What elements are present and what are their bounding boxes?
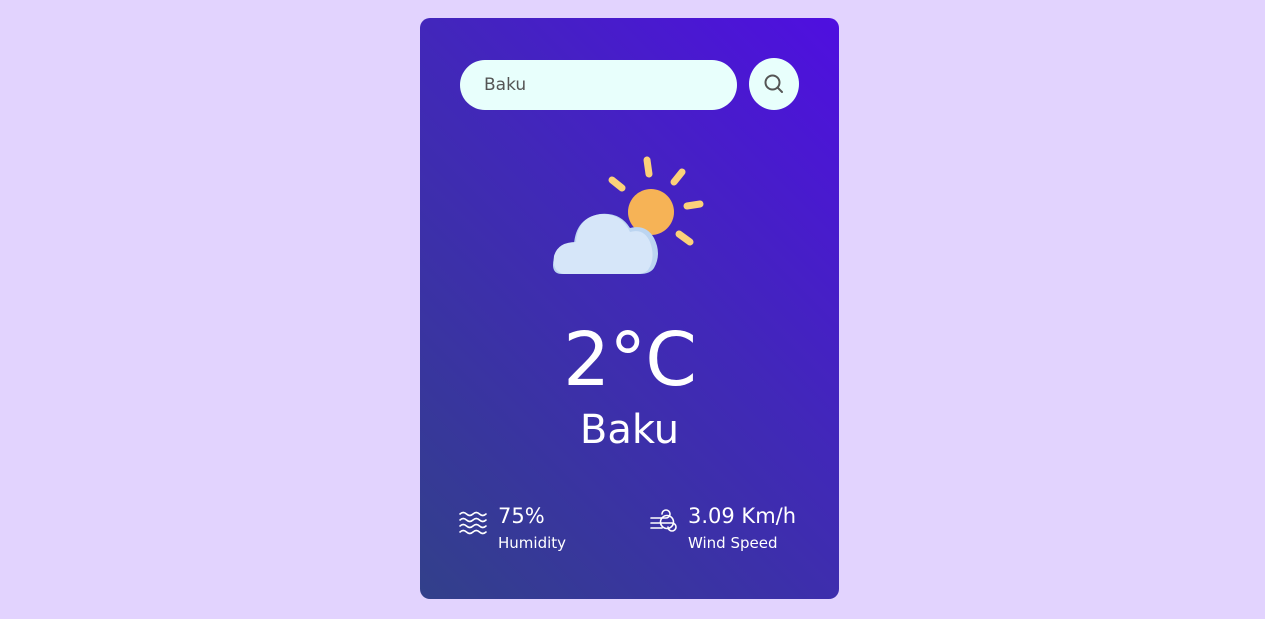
- wind-icon: [650, 509, 677, 532]
- weather-card: 2°C Baku 75% Humidity 3.09 Km/h: [420, 18, 839, 599]
- wind-text: 3.09 Km/h Wind Speed: [688, 502, 796, 554]
- humidity-text: 75% Humidity: [498, 502, 566, 554]
- humidity-value: 75%: [498, 504, 545, 528]
- temperature: 2°C: [563, 317, 697, 403]
- humidity-detail: 75% Humidity: [458, 502, 566, 554]
- search-button[interactable]: [749, 58, 799, 110]
- search-icon: [764, 74, 783, 93]
- partly-cloudy-icon: [553, 156, 704, 274]
- city-name: Baku: [579, 407, 680, 453]
- humidity-label: Humidity: [498, 534, 567, 552]
- humidity-waves-icon: [459, 511, 487, 535]
- city-search-input[interactable]: [460, 60, 737, 110]
- wind-detail: 3.09 Km/h Wind Speed: [648, 502, 796, 554]
- wind-value: 3.09 Km/h: [688, 504, 797, 528]
- wind-label: Wind Speed: [688, 534, 778, 552]
